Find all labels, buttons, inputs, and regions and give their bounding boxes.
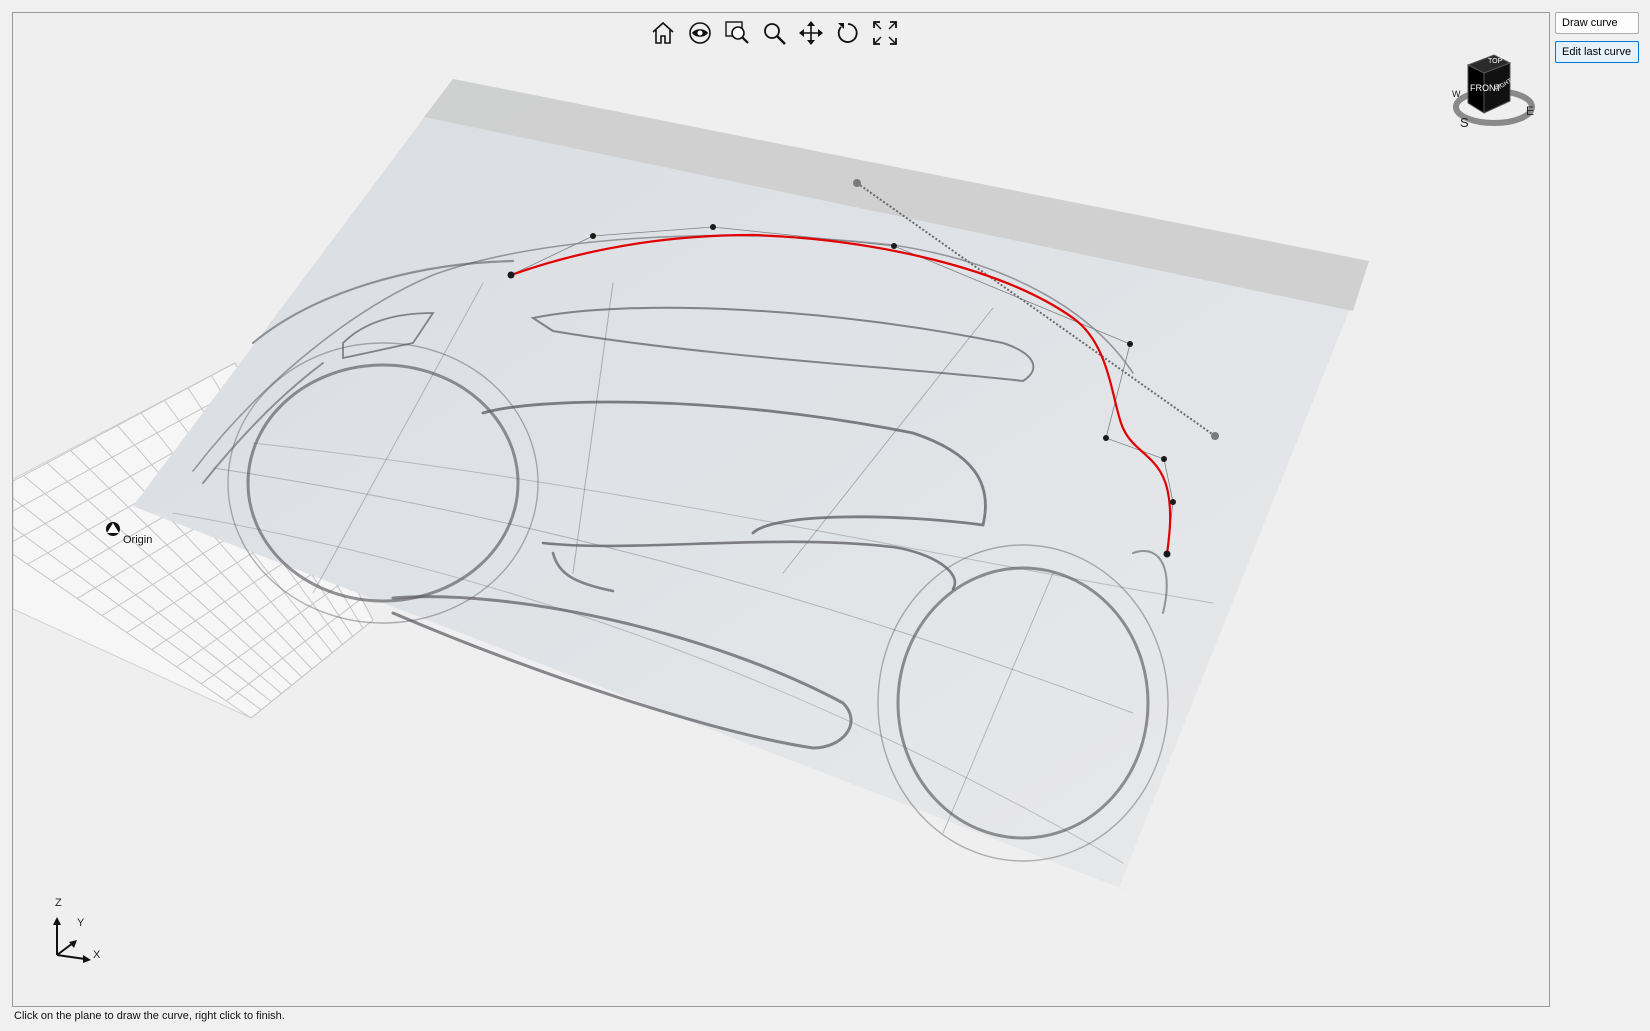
origin-label: Origin	[123, 534, 153, 546]
compass-west-label[interactable]: W	[1452, 89, 1461, 99]
navigation-toolbar	[649, 19, 899, 47]
look-button[interactable]	[686, 19, 714, 47]
control-point[interactable]	[891, 243, 897, 249]
scene-canvas[interactable]	[13, 13, 1549, 1006]
magnifier-icon	[764, 23, 786, 45]
axis-triad: Z Y X	[47, 897, 107, 969]
x-axis-label: X	[93, 949, 101, 961]
control-point[interactable]	[1163, 550, 1171, 558]
pan-button[interactable]	[797, 19, 825, 47]
zoom-window-icon	[725, 21, 749, 44]
tangent-handle-start[interactable]	[853, 179, 861, 187]
edit-last-curve-button[interactable]: Edit last curve	[1555, 41, 1639, 63]
home-button[interactable]	[649, 19, 677, 47]
zoom-window-button[interactable]	[723, 19, 751, 47]
control-point[interactable]	[1127, 341, 1133, 347]
tool-panel: Draw curve Edit last curve	[1555, 12, 1639, 63]
eye-icon	[689, 22, 711, 44]
orbit-button[interactable]	[834, 19, 862, 47]
fit-all-button[interactable]	[871, 19, 899, 47]
control-point[interactable]	[590, 233, 596, 239]
control-point[interactable]	[1170, 499, 1176, 505]
control-point[interactable]	[1161, 456, 1167, 462]
home-icon	[652, 21, 674, 44]
control-point[interactable]	[1103, 435, 1109, 441]
view-cube[interactable]: TOP FRONT RIGHT S E W	[1446, 41, 1542, 137]
control-point[interactable]	[507, 271, 515, 279]
fullscreen-icon	[873, 21, 897, 45]
status-message: Click on the plane to draw the curve, ri…	[14, 1010, 285, 1022]
control-point[interactable]	[710, 224, 716, 230]
compass-east-label[interactable]: E	[1526, 104, 1534, 118]
pan-arrows-icon	[799, 21, 823, 45]
origin-marker	[106, 522, 120, 536]
viewcube-top-label: TOP	[1488, 58, 1503, 65]
app-window: Origin TOP FRONT RIGHT S E W Z Y X Draw …	[0, 0, 1650, 1031]
z-axis-label: Z	[55, 897, 62, 909]
y-axis-label: Y	[77, 917, 85, 929]
compass-south-label[interactable]: S	[1460, 115, 1469, 130]
zoom-button[interactable]	[760, 19, 788, 47]
sketch-image-plane[interactable]	[133, 79, 1369, 893]
draw-curve-button[interactable]: Draw curve	[1555, 12, 1639, 34]
y-axis	[56, 942, 74, 956]
tangent-handle-end[interactable]	[1211, 432, 1219, 440]
x-axis	[56, 954, 86, 960]
3d-viewport[interactable]: Origin TOP FRONT RIGHT S E W Z Y X	[12, 12, 1550, 1007]
orbit-icon	[837, 23, 858, 43]
